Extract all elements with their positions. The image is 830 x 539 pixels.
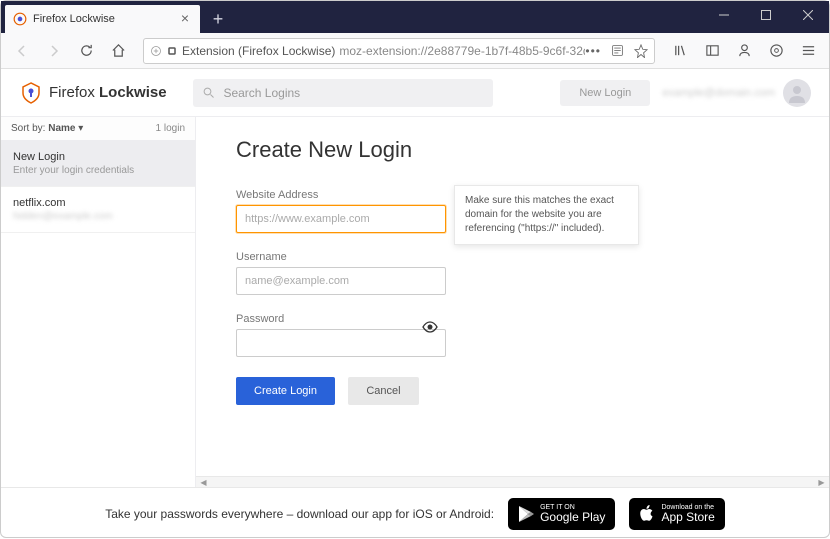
lockwise-icon bbox=[19, 81, 43, 105]
back-button[interactable] bbox=[7, 37, 37, 65]
website-label: Website Address bbox=[236, 189, 446, 201]
window-controls bbox=[703, 1, 829, 33]
google-play-icon bbox=[518, 505, 534, 523]
login-count: 1 login bbox=[156, 123, 185, 134]
url-text: moz-extension://2e88779e-1b7f-48b5-9c6f-… bbox=[339, 44, 585, 58]
scroll-right-icon[interactable]: ▶ bbox=[816, 478, 827, 487]
username-input[interactable] bbox=[236, 267, 446, 295]
account-icon[interactable] bbox=[729, 37, 759, 65]
eye-icon[interactable] bbox=[422, 319, 438, 338]
password-input[interactable] bbox=[236, 329, 446, 357]
search-logins-input[interactable]: Search Logins bbox=[193, 79, 493, 107]
extension-label: Extension (Firefox Lockwise) bbox=[182, 44, 335, 58]
username-label: Username bbox=[236, 251, 446, 263]
browser-toolbar: Extension (Firefox Lockwise) moz-extensi… bbox=[1, 33, 829, 69]
google-play-badge[interactable]: GET IT ONGoogle Play bbox=[508, 498, 615, 530]
home-button[interactable] bbox=[103, 37, 133, 65]
sidebar-item-netflix[interactable]: netflix.com hidden@example.com bbox=[1, 187, 195, 233]
address-bar[interactable]: Extension (Firefox Lockwise) moz-extensi… bbox=[143, 38, 655, 64]
bookmark-star-icon[interactable] bbox=[634, 44, 648, 58]
apple-icon bbox=[639, 505, 655, 523]
password-label: Password bbox=[236, 313, 446, 325]
page-title: Create New Login bbox=[236, 137, 789, 163]
cancel-button[interactable]: Cancel bbox=[348, 377, 418, 405]
lockwise-logo: Firefox Lockwise bbox=[19, 81, 167, 105]
app-store-badge[interactable]: Download on theApp Store bbox=[629, 498, 724, 530]
library-icon[interactable] bbox=[665, 37, 695, 65]
menu-icon[interactable] bbox=[793, 37, 823, 65]
tab-title: Firefox Lockwise bbox=[33, 13, 178, 25]
sidebar-icon[interactable] bbox=[697, 37, 727, 65]
sidebar-item-new-login[interactable]: New Login Enter your login credentials bbox=[1, 141, 195, 187]
search-icon bbox=[203, 87, 215, 99]
avatar[interactable] bbox=[783, 79, 811, 107]
browser-tab[interactable]: Firefox Lockwise × bbox=[5, 5, 200, 33]
forward-button[interactable] bbox=[39, 37, 69, 65]
more-icon[interactable]: ••• bbox=[585, 44, 601, 58]
website-input[interactable] bbox=[236, 205, 446, 233]
create-login-button[interactable]: Create Login bbox=[236, 377, 335, 405]
footer-text: Take your passwords everywhere – downloa… bbox=[105, 507, 494, 521]
main-content: Create New Login Website Address Make su… bbox=[196, 117, 829, 476]
maximize-button[interactable] bbox=[745, 1, 787, 29]
scroll-left-icon[interactable]: ◀ bbox=[198, 478, 209, 487]
tab-close-icon[interactable]: × bbox=[178, 12, 192, 26]
reader-icon[interactable] bbox=[611, 44, 624, 57]
horizontal-scrollbar[interactable]: ◀ ▶ bbox=[196, 476, 829, 487]
website-tooltip: Make sure this matches the exact domain … bbox=[454, 185, 639, 245]
close-window-button[interactable] bbox=[787, 1, 829, 29]
lockwise-favicon bbox=[13, 12, 27, 26]
sidebar: Sort by: Name ▾ 1 login New Login Enter … bbox=[1, 117, 196, 487]
user-email: example@domain.com bbox=[662, 87, 775, 99]
chevron-down-icon: ▾ bbox=[78, 123, 83, 134]
new-tab-button[interactable]: + bbox=[204, 5, 232, 33]
window-title-bar: Firefox Lockwise × + bbox=[1, 1, 829, 33]
app-header: Firefox Lockwise Search Logins New Login… bbox=[1, 69, 829, 117]
footer: Take your passwords everywhere – downloa… bbox=[1, 487, 829, 539]
new-login-button[interactable]: New Login bbox=[560, 80, 650, 106]
signin-icon[interactable] bbox=[761, 37, 791, 65]
reload-button[interactable] bbox=[71, 37, 101, 65]
sort-row[interactable]: Sort by: Name ▾ 1 login bbox=[1, 117, 195, 141]
minimize-button[interactable] bbox=[703, 1, 745, 29]
